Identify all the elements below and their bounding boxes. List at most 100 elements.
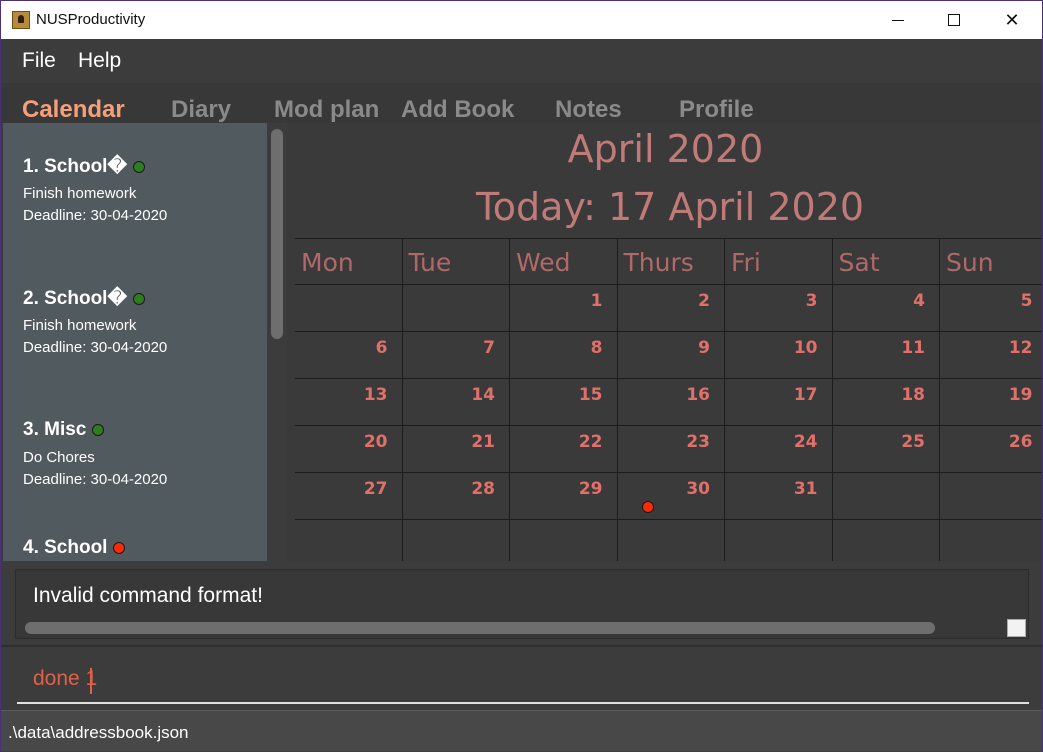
calendar-day-cell[interactable]: 28 bbox=[402, 473, 510, 520]
calendar-day-cell[interactable] bbox=[832, 473, 940, 520]
close-button[interactable]: ✕ bbox=[983, 1, 1041, 39]
task-card[interactable]: 1. School� Finish homework Deadline: 30-… bbox=[3, 155, 267, 287]
calendar-day-cell[interactable]: 21 bbox=[402, 426, 510, 473]
calendar-day-cell[interactable]: 11 bbox=[832, 332, 940, 379]
task-card[interactable]: 3. Misc Do Chores Deadline: 30-04-2020 bbox=[3, 419, 267, 551]
menu-bar: File Help bbox=[1, 39, 1042, 83]
task-deadline: Deadline: 30-04-2020 bbox=[23, 339, 168, 356]
status-dot-icon bbox=[113, 542, 126, 554]
result-scroll-thumb[interactable] bbox=[25, 622, 935, 634]
calendar-day-cell[interactable]: 19 bbox=[940, 379, 1042, 426]
app-icon bbox=[12, 11, 30, 29]
status-bar: .\data\addressbook.json bbox=[1, 710, 1042, 751]
calendar-day-cell[interactable]: 8 bbox=[510, 332, 618, 379]
weekday-header: Sun bbox=[940, 238, 1042, 285]
calendar-day-cell[interactable] bbox=[833, 520, 940, 561]
calendar-day-cell[interactable] bbox=[295, 285, 403, 332]
calendar-day-cell[interactable]: 14 bbox=[402, 379, 510, 426]
task-title: 4. School bbox=[23, 537, 126, 559]
weekday-header: Tue bbox=[402, 238, 510, 285]
calendar-day-cell[interactable]: 30 bbox=[617, 473, 725, 520]
tab-notes[interactable]: Notes bbox=[555, 96, 622, 123]
calendar-day-cell[interactable]: 24 bbox=[725, 426, 833, 473]
calendar-day-cell[interactable]: 29 bbox=[510, 473, 618, 520]
save-location: .\data\addressbook.json bbox=[8, 723, 189, 742]
calendar-day-cell[interactable] bbox=[940, 520, 1042, 561]
calendar-day-cell[interactable]: 15 bbox=[510, 379, 618, 426]
calendar-day-cell[interactable]: 22 bbox=[510, 426, 618, 473]
calendar-day-cell[interactable] bbox=[618, 520, 725, 561]
calendar-day-cell[interactable]: 4 bbox=[832, 285, 940, 332]
tab-calendar[interactable]: Calendar bbox=[22, 96, 125, 123]
tab-bar: Calendar Diary Mod plan Add Book Notes P… bbox=[1, 83, 1042, 123]
calendar-day-cell[interactable]: 3 bbox=[725, 285, 833, 332]
maximize-icon bbox=[948, 14, 960, 26]
app-window: NUSProductivity ✕ File Help Calendar Dia… bbox=[0, 0, 1043, 752]
calendar-day-cell[interactable]: 2 bbox=[617, 285, 725, 332]
tab-profile[interactable]: Profile bbox=[679, 96, 754, 123]
tab-add-book[interactable]: Add Book bbox=[401, 96, 514, 123]
event-dot-icon bbox=[641, 501, 654, 513]
task-title: 1. School� bbox=[23, 155, 145, 178]
calendar-day-cell[interactable]: 7 bbox=[402, 332, 510, 379]
calendar-day-cell[interactable]: 16 bbox=[617, 379, 725, 426]
command-input[interactable] bbox=[17, 656, 1029, 704]
weekday-header: Wed bbox=[510, 238, 618, 285]
calendar-day-cell[interactable]: 27 bbox=[295, 473, 403, 520]
calendar-day-cell[interactable] bbox=[725, 520, 833, 561]
status-dot-icon bbox=[132, 160, 145, 173]
calendar-day-cell[interactable]: 31 bbox=[725, 473, 833, 520]
status-dot-icon bbox=[92, 424, 105, 436]
minimize-button[interactable] bbox=[869, 1, 927, 39]
task-deadline: Deadline: 30-04-2020 bbox=[23, 207, 168, 224]
calendar-day-cell[interactable]: 17 bbox=[725, 379, 833, 426]
tab-diary[interactable]: Diary bbox=[171, 96, 231, 123]
calendar-day-cell[interactable]: 6 bbox=[295, 332, 403, 379]
menu-help[interactable]: Help bbox=[78, 49, 121, 73]
calendar-day-cell[interactable]: 1 bbox=[510, 285, 618, 332]
weekday-header: Sat bbox=[832, 238, 940, 285]
calendar-day-cell[interactable]: 10 bbox=[725, 332, 833, 379]
calendar-day-cell[interactable]: 26 bbox=[940, 426, 1042, 473]
task-title: 3. Misc bbox=[23, 419, 105, 441]
status-dot-icon bbox=[132, 292, 145, 305]
calendar-day-cell[interactable]: 23 bbox=[617, 426, 725, 473]
calendar-day-cell[interactable] bbox=[295, 520, 403, 561]
calendar-day-cell[interactable]: 18 bbox=[832, 379, 940, 426]
calendar-day-cell[interactable]: 5 bbox=[940, 285, 1042, 332]
today-label: Today: 17 April 2020 bbox=[475, 185, 865, 229]
minimize-icon bbox=[892, 19, 904, 21]
task-list-scroll-thumb[interactable] bbox=[271, 129, 283, 339]
weekday-header: Mon bbox=[295, 238, 403, 285]
calendar-day-cell[interactable]: 12 bbox=[940, 332, 1042, 379]
command-box bbox=[1, 648, 1042, 710]
result-box: Invalid command format! bbox=[15, 569, 1029, 639]
calendar-day-cell[interactable]: 13 bbox=[295, 379, 403, 426]
calendar-day-cell[interactable]: 9 bbox=[617, 332, 725, 379]
task-card[interactable]: 2. School� Finish homework Deadline: 30-… bbox=[3, 287, 267, 419]
maximize-button[interactable] bbox=[925, 1, 983, 39]
calendar-day-cell[interactable] bbox=[403, 520, 510, 561]
task-description: Finish homework bbox=[23, 317, 137, 334]
calendar-grid: Mon Tue Wed Thurs Fri Sat Sun 1 2 3 4 5 6 7 8 9 10 11 12 13… bbox=[295, 238, 1042, 561]
calendar-day-cell[interactable] bbox=[402, 285, 510, 332]
task-list[interactable]: 1. School� Finish homework Deadline: 30-… bbox=[3, 123, 267, 561]
result-message: Invalid command format! bbox=[33, 584, 263, 607]
task-title: 2. School� bbox=[23, 287, 145, 310]
weekday-header: Fri bbox=[725, 238, 833, 285]
result-display: Invalid command format! bbox=[1, 561, 1042, 647]
title-bar[interactable]: NUSProductivity ✕ bbox=[1, 1, 1042, 39]
task-deadline: Deadline: 30-04-2020 bbox=[23, 471, 168, 488]
close-icon: ✕ bbox=[1004, 9, 1020, 31]
text-caret bbox=[90, 668, 92, 694]
calendar-day-cell[interactable]: 25 bbox=[832, 426, 940, 473]
calendar-day-cell[interactable] bbox=[940, 473, 1042, 520]
tab-mod-plan[interactable]: Mod plan bbox=[274, 96, 379, 123]
task-description: Do Chores bbox=[23, 449, 95, 466]
weekday-header: Thurs bbox=[617, 238, 725, 285]
menu-file[interactable]: File bbox=[22, 49, 56, 73]
calendar-view: April 2020 Today: 17 April 2020 Mon Tue We… bbox=[287, 123, 1042, 561]
calendar-day-cell[interactable]: 20 bbox=[295, 426, 403, 473]
calendar-day-cell[interactable] bbox=[510, 520, 618, 561]
task-card[interactable]: 4. School bbox=[3, 537, 267, 561]
